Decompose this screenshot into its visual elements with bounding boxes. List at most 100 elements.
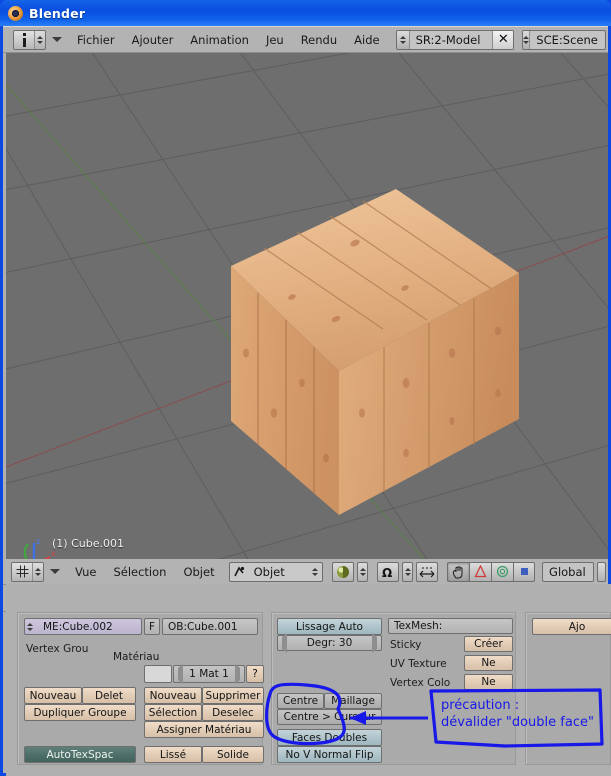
vgroup-duplicate-button[interactable]: Dupliquer Groupe xyxy=(24,704,136,721)
material-help-button[interactable]: ? xyxy=(246,665,264,683)
menu-rendu[interactable]: Rendu xyxy=(294,31,344,49)
degree-prev-icon[interactable] xyxy=(282,633,287,653)
degree-next-icon[interactable] xyxy=(372,633,377,653)
texmesh-label: TexMesh: xyxy=(394,620,443,632)
vgroup-delete-label: Delet xyxy=(94,689,124,702)
buttons-panel-area: ME:Cube.002 F OB:Cube.001 Vertex Grou Ma… xyxy=(6,584,611,776)
svg-text:Ω: Ω xyxy=(382,566,392,579)
material-select-button[interactable]: Sélection xyxy=(144,704,202,721)
svg-text:z: z xyxy=(36,537,40,546)
viewport-object-info: (1) Cube.001 xyxy=(52,537,124,550)
viewport-collapse-menu-triangle-icon[interactable] xyxy=(50,569,60,574)
cube-object[interactable] xyxy=(6,53,608,527)
rotate-ring-icon[interactable] xyxy=(491,561,514,582)
centre-button[interactable]: Centre xyxy=(277,693,324,709)
sticky-make-button[interactable]: Créer xyxy=(464,636,513,652)
scene-spinner-icon[interactable] xyxy=(523,30,531,49)
material-index-next-icon[interactable] xyxy=(235,664,240,684)
shaded-draw-type-icon[interactable] xyxy=(332,561,355,582)
viewport-window-type-spinner-icon[interactable] xyxy=(33,562,43,581)
scale-square-icon[interactable] xyxy=(513,561,536,582)
viewport-header: Vue Sélection Objet Objet Ω Global xyxy=(3,559,608,585)
annotation-text: précaution : dévalider "double face" xyxy=(441,697,594,731)
translate-manipulator-icon[interactable] xyxy=(469,561,492,582)
hand-manipulator-icon[interactable] xyxy=(447,561,470,582)
object-name-field[interactable]: OB:Cube.001 xyxy=(162,618,258,635)
vertex-color-new-button[interactable]: Ne xyxy=(464,674,513,690)
manipulator-button-group[interactable] xyxy=(447,561,536,582)
vgroup-new-button[interactable]: Nouveau xyxy=(24,687,82,704)
object-name-value[interactable]: OB:Cube.001 xyxy=(168,621,238,633)
collapse-menu-triangle-icon[interactable] xyxy=(52,37,62,42)
add-modifier-button[interactable]: Ajo xyxy=(532,618,611,635)
window-type-spinner-icon[interactable] xyxy=(35,30,45,49)
viewport-menu-vue[interactable]: Vue xyxy=(68,563,103,581)
centre-cursor-button[interactable]: Centre > Curseur xyxy=(277,709,382,725)
transform-orientation-select[interactable]: Global xyxy=(542,561,594,582)
transform-orientation-value[interactable]: Global xyxy=(543,565,593,579)
menu-fichier[interactable]: Fichier xyxy=(70,31,122,49)
vertex-group-label: Vertex Grou xyxy=(26,643,89,655)
vgroup-delete-button[interactable]: Delet xyxy=(82,687,136,704)
interaction-mode-select[interactable]: Objet xyxy=(228,561,324,582)
menu-animation[interactable]: Animation xyxy=(183,31,256,49)
material-delete-button[interactable]: Supprimer xyxy=(202,687,264,704)
scale-manipulator-icon[interactable] xyxy=(416,561,439,582)
material-index-value[interactable]: 1 Mat 1 xyxy=(189,668,229,680)
fake-user-toggle[interactable]: F xyxy=(144,618,160,635)
normal-flip-label: No V Normal Flip xyxy=(285,748,374,761)
panel-modifiers: Ajo xyxy=(525,612,611,765)
set-smooth-button[interactable]: Lissé xyxy=(144,746,202,763)
menu-jeu[interactable]: Jeu xyxy=(259,31,291,49)
normal-flip-button[interactable]: No V Normal Flip xyxy=(277,746,382,763)
interaction-mode-spinner-icon[interactable] xyxy=(307,567,322,576)
viewport-menu-selection[interactable]: Sélection xyxy=(106,563,173,581)
set-solid-button[interactable]: Solide xyxy=(202,746,264,763)
set-solid-label: Solide xyxy=(216,748,250,761)
material-select-label: Sélection xyxy=(148,706,198,719)
screen-selector[interactable]: SR:2-Model ✕ xyxy=(395,29,515,50)
auto-smooth-degree-value[interactable]: Degr: 30 xyxy=(307,637,353,649)
auto-smooth-toggle[interactable]: Lissage Auto xyxy=(277,618,382,635)
screen-name-value[interactable]: SR:2-Model xyxy=(410,33,493,47)
viewport-header-overflow-icon[interactable] xyxy=(597,561,606,582)
info-window-type-icon xyxy=(14,30,35,49)
material-new-button[interactable]: Nouveau xyxy=(144,687,202,704)
material-assign-button[interactable]: Assigner Matériau xyxy=(144,721,264,738)
mesh-name-spinner-icon[interactable] xyxy=(27,622,33,631)
uv-texture-label: UV Texture xyxy=(390,658,447,670)
screen-spinner-icon[interactable] xyxy=(396,30,410,49)
centre-cursor-label: Centre > Curseur xyxy=(283,711,376,723)
viewport-window-type-selector[interactable] xyxy=(11,561,44,582)
mesh-name-value[interactable]: ME:Cube.002 xyxy=(43,621,113,633)
rotate-manipulator-icon[interactable]: Ω xyxy=(377,561,400,582)
centre-label: Centre xyxy=(282,695,319,707)
material-color-swatch[interactable] xyxy=(144,665,172,683)
autotexspace-toggle[interactable]: AutoTexSpac xyxy=(24,746,136,763)
scene-name-value[interactable]: SCE:Scene xyxy=(530,33,605,47)
double-faces-label: Faces Doubles xyxy=(291,731,368,744)
rotate-spinner-icon[interactable] xyxy=(402,561,414,582)
3d-viewport[interactable]: z x (1) Cube.001 xyxy=(6,53,608,559)
texmesh-field[interactable]: TexMesh: xyxy=(388,618,513,634)
window-type-selector[interactable] xyxy=(13,29,46,50)
material-index-field[interactable]: 1 Mat 1 xyxy=(173,664,245,684)
maillage-button[interactable]: Maillage xyxy=(324,693,382,709)
mesh-name-field[interactable]: ME:Cube.002 xyxy=(24,618,142,635)
blender-window: Blender Fichier Ajouter Animation Jeu Re… xyxy=(0,0,611,776)
scene-selector[interactable]: SCE:Scene xyxy=(522,29,606,50)
interaction-mode-value[interactable]: Objet xyxy=(248,565,307,579)
menu-ajouter[interactable]: Ajouter xyxy=(125,31,181,49)
material-deselect-button[interactable]: Deselec xyxy=(202,704,264,721)
uv-texture-new-button[interactable]: Ne xyxy=(464,655,513,671)
auto-smooth-degree-field[interactable]: Degr: 30 xyxy=(277,633,382,653)
delete-screen-icon[interactable]: ✕ xyxy=(492,30,514,49)
viewport-menu-objet[interactable]: Objet xyxy=(176,563,221,581)
menu-aide[interactable]: Aide xyxy=(347,31,386,49)
draw-type-spinner-icon[interactable] xyxy=(357,561,369,582)
3dview-window-type-icon xyxy=(12,562,33,581)
double-faces-button[interactable]: Faces Doubles xyxy=(277,729,382,746)
autotexspace-label: AutoTexSpac xyxy=(46,748,114,761)
material-index-prev-icon[interactable] xyxy=(178,664,183,684)
object-mode-icon xyxy=(230,566,248,578)
